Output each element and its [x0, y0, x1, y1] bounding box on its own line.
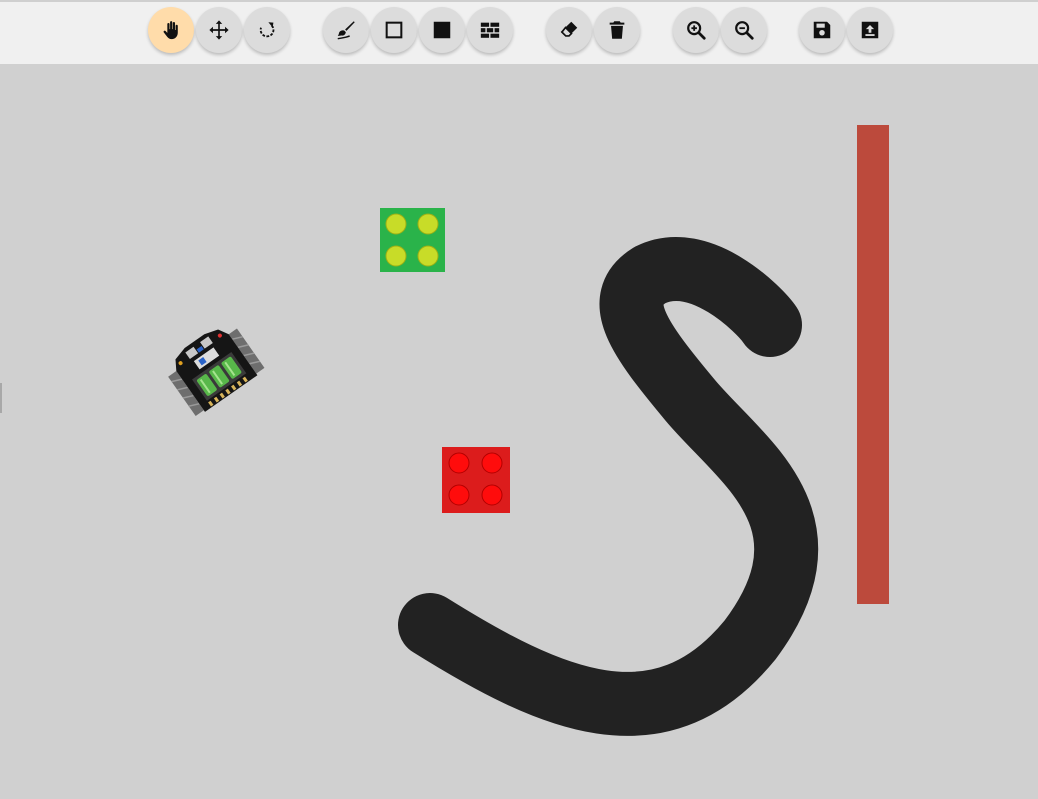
robot[interactable] [160, 317, 266, 418]
green-brick[interactable] [380, 208, 445, 272]
red-wall[interactable] [857, 125, 889, 604]
scene-layer [160, 125, 889, 736]
robot-simulator-app [0, 0, 1038, 799]
red-brick[interactable] [442, 447, 510, 513]
